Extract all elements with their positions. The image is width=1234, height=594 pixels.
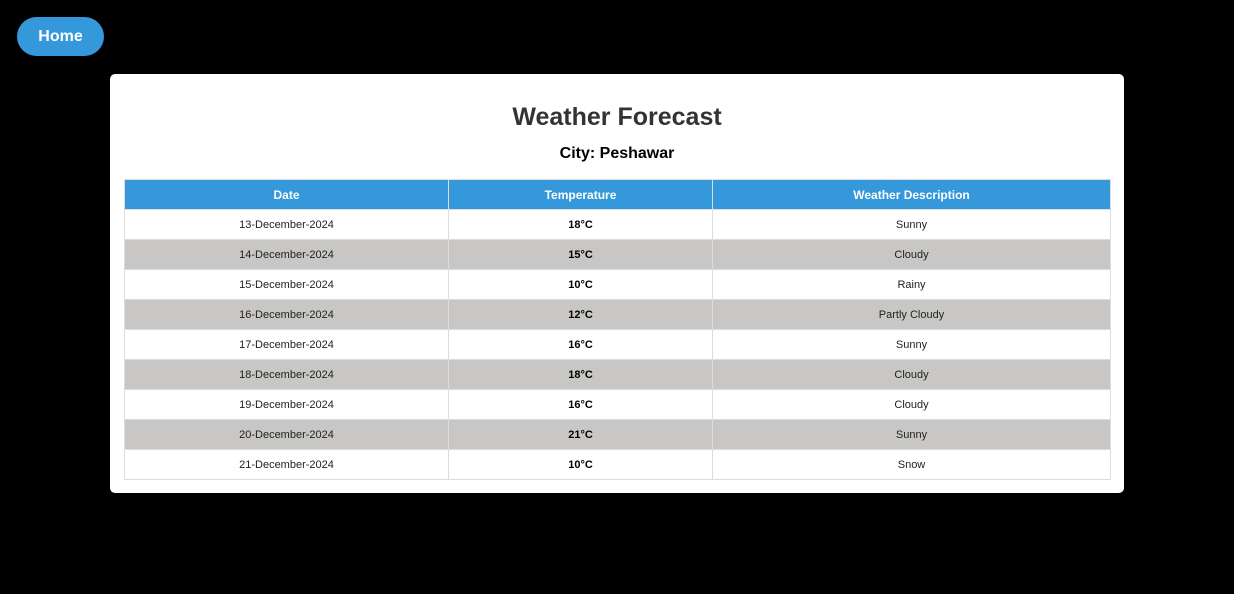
table-header-row: Date Temperature Weather Description <box>124 179 1111 210</box>
cell-date: 18-December-2024 <box>124 359 449 390</box>
home-button[interactable]: Home <box>17 17 104 56</box>
cell-date: 21-December-2024 <box>124 449 449 480</box>
cell-temperature: 21°C <box>448 419 713 450</box>
table-row: 17-December-2024 16°C Sunny <box>124 329 1111 360</box>
cell-description: Sunny <box>712 209 1111 240</box>
cell-description: Sunny <box>712 329 1111 360</box>
cell-description: Snow <box>712 449 1111 480</box>
cell-temperature: 10°C <box>448 269 713 300</box>
column-header-date: Date <box>124 179 449 210</box>
cell-date: 20-December-2024 <box>124 419 449 450</box>
forecast-card: Weather Forecast City: Peshawar Date Tem… <box>110 74 1124 493</box>
cell-description: Sunny <box>712 419 1111 450</box>
table-row: 14-December-2024 15°C Cloudy <box>124 239 1111 270</box>
forecast-table: Date Temperature Weather Description 13-… <box>124 179 1111 480</box>
cell-description: Rainy <box>712 269 1111 300</box>
city-label: City: Peshawar <box>559 145 675 162</box>
cell-date: 19-December-2024 <box>124 389 449 420</box>
table-row: 20-December-2024 21°C Sunny <box>124 419 1111 450</box>
cell-description: Cloudy <box>712 389 1111 420</box>
cell-date: 15-December-2024 <box>124 269 449 300</box>
table-row: 18-December-2024 18°C Cloudy <box>124 359 1111 390</box>
cell-date: 13-December-2024 <box>124 209 449 240</box>
cell-temperature: 18°C <box>448 359 713 390</box>
cell-description: Cloudy <box>712 359 1111 390</box>
cell-temperature: 12°C <box>448 299 713 330</box>
column-header-description: Weather Description <box>712 179 1111 210</box>
table-row: 16-December-2024 12°C Partly Cloudy <box>124 299 1111 330</box>
cell-date: 14-December-2024 <box>124 239 449 270</box>
cell-temperature: 18°C <box>448 209 713 240</box>
cell-temperature: 15°C <box>448 239 713 270</box>
cell-description: Cloudy <box>712 239 1111 270</box>
table-row: 15-December-2024 10°C Rainy <box>124 269 1111 300</box>
cell-temperature: 16°C <box>448 329 713 360</box>
table-row: 19-December-2024 16°C Cloudy <box>124 389 1111 420</box>
cell-temperature: 16°C <box>448 389 713 420</box>
table-row: 21-December-2024 10°C Snow <box>124 449 1111 480</box>
table-row: 13-December-2024 18°C Sunny <box>124 209 1111 240</box>
cell-date: 16-December-2024 <box>124 299 449 330</box>
cell-date: 17-December-2024 <box>124 329 449 360</box>
column-header-temperature: Temperature <box>448 179 713 210</box>
cell-temperature: 10°C <box>448 449 713 480</box>
page-title: Weather Forecast <box>512 103 722 131</box>
cell-description: Partly Cloudy <box>712 299 1111 330</box>
